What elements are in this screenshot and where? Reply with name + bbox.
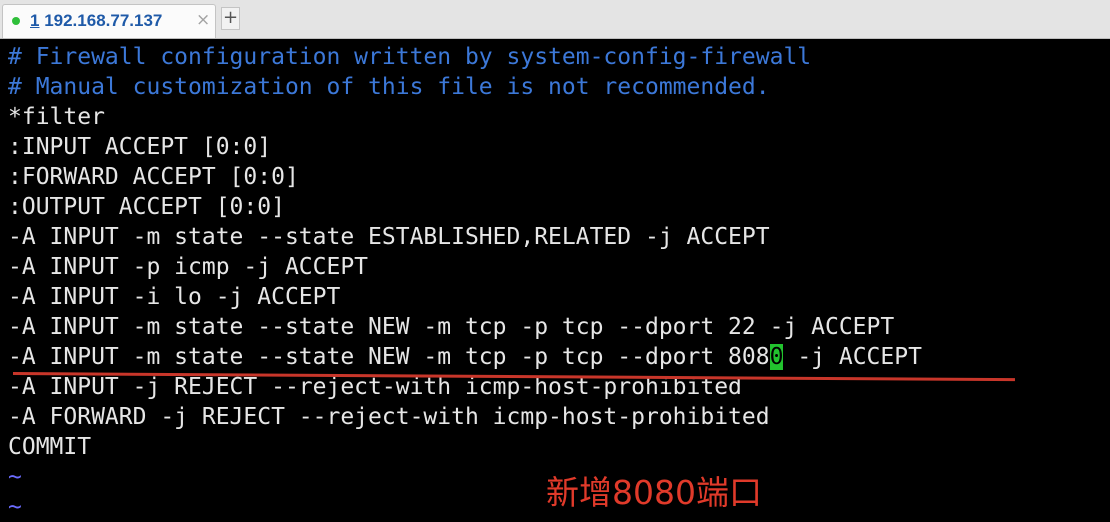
terminal-line: -A INPUT -i lo -j ACCEPT [8,284,341,310]
terminal-line: :FORWARD ACCEPT [0:0] [8,164,299,190]
empty-line-tilde: ~ [8,464,22,490]
terminal-line-port-8080: -A INPUT -m state --state NEW -m tcp -p … [8,342,922,372]
terminal-line: # Manual customization of this file is n… [8,74,770,100]
terminal-line: *filter [8,104,105,130]
connection-status-icon [12,17,20,25]
close-icon[interactable]: × [196,10,210,30]
terminal-screen[interactable]: # Firewall configuration written by syst… [0,39,1110,522]
terminal-line: :INPUT ACCEPT [0:0] [8,134,272,160]
annotation-label: 新增8080端口 [546,473,762,512]
line-text: -A INPUT -m state --state NEW -m tcp -p … [8,344,770,370]
terminal-line: -A INPUT -m state --state NEW -m tcp -p … [8,314,895,340]
tab-title: 1 192.168.77.137 [30,11,162,31]
terminal-line: :OUTPUT ACCEPT [0:0] [8,194,285,220]
terminal-line: -A INPUT -p icmp -j ACCEPT [8,254,369,280]
empty-line-tilde: ~ [8,494,22,520]
line-text: -j ACCEPT [783,344,922,370]
session-tab[interactable]: 1 192.168.77.137 × [2,4,216,38]
add-tab-button[interactable]: + [221,7,240,30]
text-cursor: 0 [769,344,784,370]
tab-host: 192.168.77.137 [39,11,163,30]
terminal-line: -A INPUT -m state --state ESTABLISHED,RE… [8,224,770,250]
tab-bar: 1 192.168.77.137 × + [0,0,1110,39]
terminal-line: -A FORWARD -j REJECT --reject-with icmp-… [8,404,770,430]
terminal-line: # Firewall configuration written by syst… [8,44,812,70]
terminal-line: COMMIT [8,434,92,460]
